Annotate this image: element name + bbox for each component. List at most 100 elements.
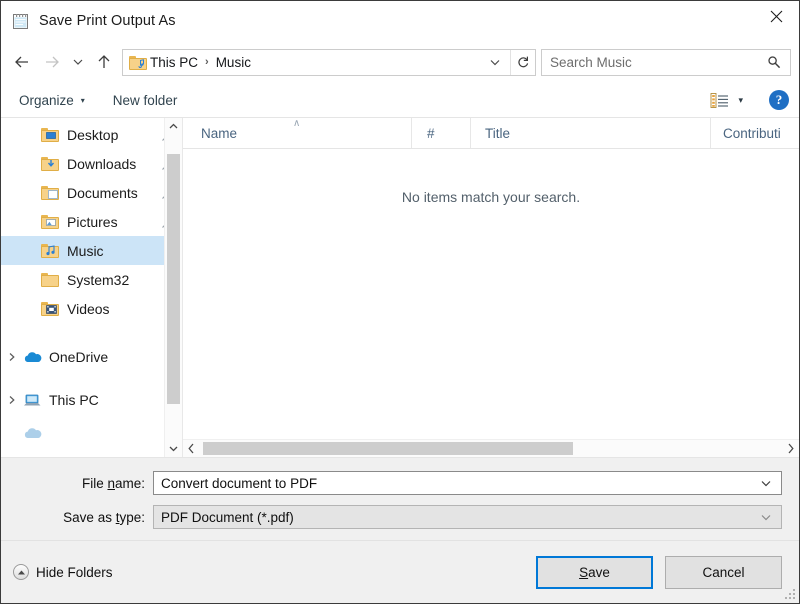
sidebar-item-downloads[interactable]: Downloads: [1, 149, 182, 178]
file-name-label: File name:: [1, 476, 153, 491]
file-name-combobox[interactable]: Convert document to PDF: [153, 471, 782, 495]
forward-button[interactable]: [37, 47, 67, 77]
chevron-down-icon[interactable]: [754, 511, 781, 523]
cancel-label: Cancel: [702, 564, 745, 580]
breadcrumb-separator: ›: [205, 56, 209, 68]
address-dropdown-button[interactable]: [483, 56, 510, 68]
new-folder-button[interactable]: New folder: [113, 93, 178, 108]
chevron-up-icon: [169, 123, 178, 129]
column-headers: Name ∧ # Title Contributi: [183, 118, 799, 149]
sidebar-item-pictures[interactable]: Pictures: [1, 207, 182, 236]
back-arrow-icon: [15, 56, 28, 68]
sidebar-item-system32[interactable]: System32: [1, 265, 182, 294]
close-button[interactable]: [753, 1, 799, 31]
scrollbar-thumb[interactable]: [167, 154, 180, 404]
column-header-name[interactable]: Name ∧: [183, 118, 411, 148]
label-accelerator: n: [107, 475, 115, 491]
sidebar-item-music[interactable]: Music: [1, 236, 182, 265]
label-part: ame:: [114, 475, 145, 491]
dialog-content: Desktop Downloads Documents Pictures Mus…: [1, 118, 799, 458]
sidebar-item-label: System32: [67, 271, 130, 288]
column-label: Name: [201, 125, 238, 141]
sidebar-item-label: Documents: [67, 184, 138, 201]
chevron-down-icon[interactable]: [754, 477, 781, 489]
save-as-type-combobox[interactable]: PDF Document (*.pdf): [153, 505, 782, 529]
folder-icon: [41, 272, 60, 288]
column-header-number[interactable]: #: [411, 118, 470, 148]
column-header-contributing-artists[interactable]: Contributi: [710, 118, 799, 148]
breadcrumb-this-pc[interactable]: This PC: [150, 55, 198, 70]
scroll-up-button[interactable]: [165, 118, 182, 135]
chevron-down-icon: [73, 59, 83, 65]
form-area: File name: Convert document to PDF Save …: [1, 458, 799, 540]
cancel-button[interactable]: Cancel: [665, 555, 782, 589]
refresh-icon: [518, 56, 529, 68]
command-bar: Organize ▾ New folder ▾ ?: [1, 83, 799, 118]
file-list-pane: Name ∧ # Title Contributi No items match…: [183, 118, 799, 457]
pictures-folder-icon: [41, 214, 60, 230]
resize-grip[interactable]: [785, 589, 796, 600]
save-accelerator: S: [579, 564, 589, 580]
sidebar-item-onedrive[interactable]: OneDrive: [1, 342, 182, 371]
save-button[interactable]: Save: [536, 555, 653, 589]
hscroll-left-button[interactable]: [183, 440, 200, 457]
videos-folder-icon: [41, 301, 60, 317]
up-arrow-icon: [98, 55, 110, 68]
search-icon[interactable]: [763, 55, 790, 69]
sidebar-item-desktop[interactable]: Desktop: [1, 120, 182, 149]
dialog-footer: Hide Folders Save Cancel: [1, 540, 799, 603]
label-part: ype:: [119, 509, 145, 525]
sidebar-item-documents[interactable]: Documents: [1, 178, 182, 207]
refresh-button[interactable]: [510, 49, 535, 75]
empty-list-message: No items match your search.: [401, 189, 581, 205]
view-options-icon: [711, 92, 729, 108]
forward-arrow-icon: [46, 56, 59, 68]
save-label-part: ave: [588, 564, 610, 580]
hscroll-thumb[interactable]: [203, 442, 573, 455]
onedrive-cloud-icon: [23, 349, 42, 365]
search-box[interactable]: Search Music: [541, 48, 791, 76]
up-button[interactable]: [89, 47, 119, 77]
sidebar-item-partial[interactable]: [1, 426, 182, 440]
window-title: Save Print Output As: [39, 13, 176, 29]
navigation-bar: This PC › Music Search Music: [1, 41, 799, 83]
hide-folders-label: Hide Folders: [36, 564, 113, 580]
help-label: ?: [775, 92, 783, 107]
title-bar: Save Print Output As: [1, 1, 799, 41]
organize-button[interactable]: Organize ▾: [19, 93, 85, 108]
sidebar-item-label: Videos: [67, 300, 110, 317]
file-name-input[interactable]: Convert document to PDF: [154, 476, 754, 491]
chevron-right-icon[interactable]: [1, 352, 23, 362]
recent-locations-button[interactable]: [67, 47, 89, 77]
address-bar[interactable]: This PC › Music: [122, 48, 536, 76]
collapse-up-icon: [13, 564, 29, 580]
back-button[interactable]: [7, 47, 37, 77]
column-label: #: [427, 125, 435, 141]
hide-folders-button[interactable]: Hide Folders: [13, 564, 113, 580]
sidebar-item-this-pc[interactable]: This PC: [1, 385, 182, 414]
new-folder-label: New folder: [112, 92, 178, 108]
view-options-button[interactable]: ▾: [708, 92, 745, 109]
breadcrumb-music[interactable]: Music: [216, 55, 251, 70]
save-dialog: Save Print Output As This PC › Music Sea…: [0, 0, 800, 604]
chevron-right-icon[interactable]: [1, 395, 23, 405]
downloads-folder-icon: [41, 156, 60, 172]
sidebar-item-label: OneDrive: [49, 348, 109, 365]
sidebar-scrollbar[interactable]: [164, 118, 182, 457]
help-button[interactable]: ?: [769, 90, 789, 110]
scroll-down-button[interactable]: [165, 440, 182, 457]
hscroll-track[interactable]: [200, 440, 782, 457]
music-folder-icon: [41, 243, 60, 259]
chevron-down-icon: ▾: [80, 95, 85, 105]
sidebar-item-label: Pictures: [67, 213, 118, 230]
sidebar-item-label: Downloads: [67, 155, 137, 172]
hscroll-right-button[interactable]: [782, 440, 799, 457]
chevron-left-icon: [188, 443, 194, 454]
search-input[interactable]: Search Music: [542, 55, 763, 70]
column-header-title[interactable]: Title: [470, 118, 710, 148]
sort-ascending-icon: ∧: [293, 118, 301, 129]
sidebar-item-videos[interactable]: Videos: [1, 294, 182, 323]
file-list-hscrollbar[interactable]: [183, 439, 799, 457]
navigation-pane: Desktop Downloads Documents Pictures Mus…: [1, 118, 183, 457]
chevron-down-icon: [490, 60, 500, 66]
